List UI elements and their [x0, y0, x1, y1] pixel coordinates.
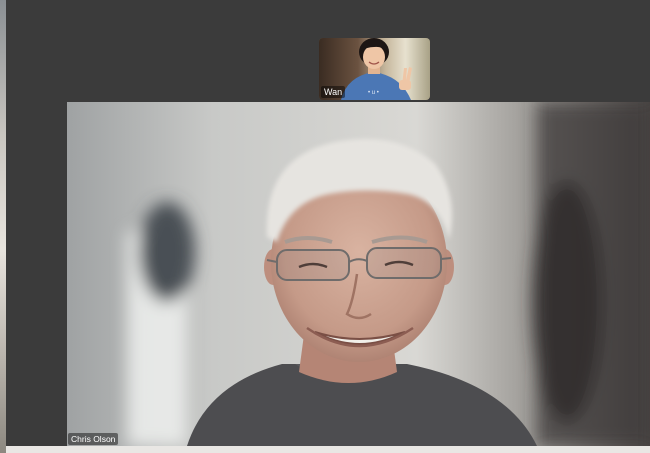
svg-text:• u •: • u • [368, 90, 379, 96]
participant-thumbnail-video[interactable]: • u • Wan [319, 38, 430, 100]
active-speaker-video[interactable]: Chris Olson [67, 102, 650, 446]
active-speaker-name: Chris Olson [68, 433, 119, 445]
thumbnail-participant-name: Wan [321, 86, 346, 98]
active-speaker-image [67, 102, 650, 446]
screen: • u • Wan Chris Olson [0, 0, 650, 453]
desktop-edge [6, 446, 650, 453]
